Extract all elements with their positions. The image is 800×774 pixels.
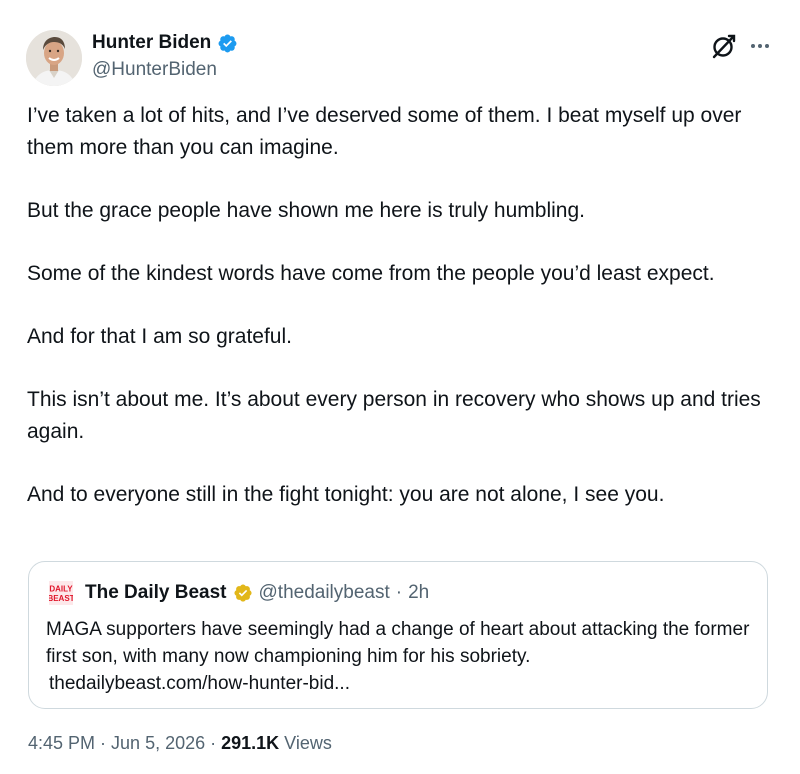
tweet-date[interactable]: Jun 5, 2026 — [111, 733, 205, 753]
meta-separator: · — [205, 733, 222, 753]
tweet-text: I’ve taken a lot of hits, and I’ve deser… — [27, 100, 777, 511]
author-display-name[interactable]: Hunter Biden — [92, 32, 211, 54]
views-count[interactable]: 291.1K — [221, 733, 279, 753]
svg-text:DAILY: DAILY — [49, 585, 73, 594]
verified-badge-icon[interactable] — [217, 33, 238, 54]
tweet: Hunter Biden @HunterBiden I’ve taken a l… — [0, 0, 800, 774]
tweet-paragraph: But the grace people have shown me here … — [27, 199, 585, 222]
grok-icon[interactable] — [710, 32, 738, 60]
tweet-time[interactable]: 4:45 PM — [28, 733, 95, 753]
quoted-tweet-link[interactable]: thedailybeast.com/how-hunter-bid... — [46, 670, 756, 697]
svg-text:BEAST: BEAST — [49, 594, 73, 603]
tweet-paragraph: This isn’t about me. It’s about every pe… — [27, 388, 761, 443]
tweet-paragraph: I’ve taken a lot of hits, and I’ve deser… — [27, 104, 742, 159]
daily-beast-logo[interactable]: DAILY BEAST — [49, 581, 73, 605]
quoted-tweet-text: MAGA supporters have seemingly had a cha… — [46, 616, 756, 697]
gold-verified-badge-icon[interactable] — [233, 583, 253, 603]
tweet-meta: 4:45 PM · Jun 5, 2026 · 291.1K Views — [28, 733, 332, 754]
author-name-row: Hunter Biden — [92, 30, 238, 56]
quoted-tweet-body: MAGA supporters have seemingly had a cha… — [46, 619, 750, 667]
quoted-author-name[interactable]: The Daily Beast — [85, 582, 227, 604]
avatar[interactable] — [26, 30, 82, 86]
meta-separator: · — [95, 733, 112, 753]
author-handle[interactable]: @HunterBiden — [92, 59, 217, 81]
views-label: Views — [279, 733, 332, 753]
quoted-tweet-card[interactable]: DAILY BEAST The Daily Beast @thedailybea… — [28, 561, 768, 709]
quoted-tweet-header: DAILY BEAST The Daily Beast @thedailybea… — [49, 581, 429, 605]
avatar-photo — [26, 30, 82, 86]
quoted-author-handle[interactable]: @thedailybeast — [259, 582, 390, 604]
tweet-paragraph: Some of the kindest words have come from… — [27, 262, 715, 285]
tweet-paragraph: And for that I am so grateful. — [27, 325, 292, 348]
tweet-paragraph: And to everyone still in the fight tonig… — [27, 483, 665, 506]
quoted-timestamp[interactable]: 2h — [408, 582, 429, 604]
more-options-icon[interactable] — [748, 34, 772, 58]
quoted-separator: · — [395, 582, 403, 603]
